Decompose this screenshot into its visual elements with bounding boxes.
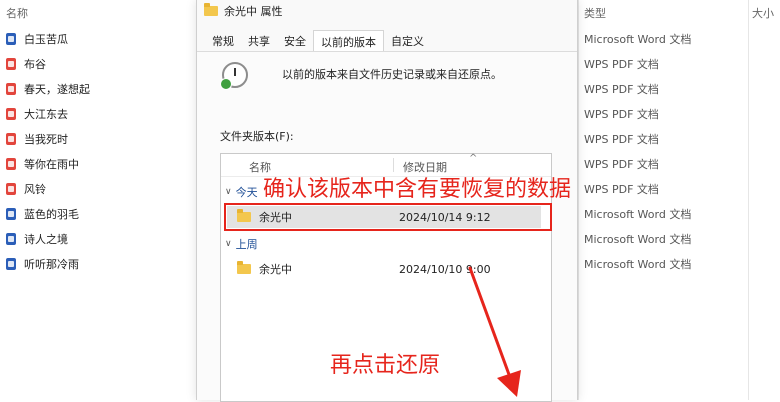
red-arrow-icon <box>468 266 521 397</box>
